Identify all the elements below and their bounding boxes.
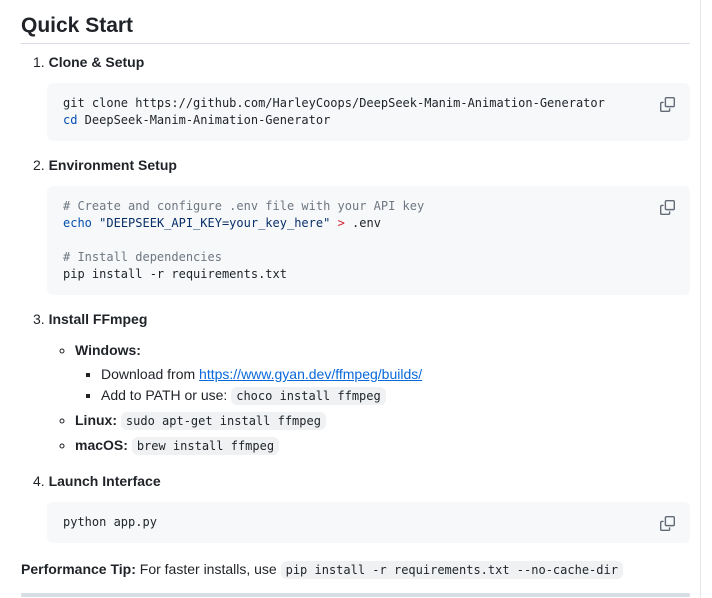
step-title: 1. Clone & Setup: [33, 52, 690, 73]
step-body: git clone https://github.com/HarleyCoops…: [47, 83, 690, 141]
os-label: Linux:: [75, 412, 117, 428]
ffmpeg-builds-link[interactable]: https://www.gyan.dev/ffmpeg/builds/: [199, 366, 422, 382]
os-label: Windows:: [75, 342, 141, 358]
quick-start-list: 1. Clone & Setup git clone https://github…: [21, 52, 690, 543]
page-root: Quick Start 1. Clone & Setup git clone ht…: [0, 0, 701, 598]
performance-tip-code: pip install -r requirements.txt --no-cac…: [281, 561, 623, 579]
sub-list-item: Add to PATH or use: choco install ffmpeg: [101, 385, 690, 407]
code-block: python app.py: [47, 502, 690, 543]
code-content: python app.py: [63, 514, 674, 531]
performance-tip-label: Performance Tip:: [21, 561, 136, 577]
step-number: 1.: [33, 54, 49, 70]
step-1: 1. Clone & Setup git clone https://github…: [21, 52, 690, 141]
code-block: git clone https://github.com/HarleyCoops…: [47, 83, 690, 141]
code-block: # Create and configure .env file with yo…: [47, 186, 690, 295]
step-title: 4. Launch Interface: [33, 471, 690, 492]
step-body: # Create and configure .env file with yo…: [47, 186, 690, 295]
step-number: 2.: [33, 157, 49, 173]
step-2: 2. Environment Setup # Create and configu…: [21, 155, 690, 295]
os-label: macOS:: [75, 437, 128, 453]
page-title: Quick Start: [21, 14, 690, 44]
step-number: 3.: [33, 311, 49, 327]
copy-icon: [660, 200, 675, 215]
code-content: git clone https://github.com/HarleyCoops…: [63, 95, 674, 129]
copy-button[interactable]: [654, 91, 680, 117]
step-title: 2. Environment Setup: [33, 155, 690, 176]
step-title: 3. Install FFmpeg: [33, 309, 690, 330]
step-body: Windows: Download from https://www.gyan.d…: [47, 340, 690, 457]
list-item: macOS: brew install ffmpeg: [75, 435, 690, 457]
list-item: Windows: Download from https://www.gyan.d…: [75, 340, 690, 407]
step-4: 4. Launch Interface python app.py: [21, 471, 690, 543]
list-item: Linux: sudo apt-get install ffmpeg: [75, 410, 690, 432]
step-body: python app.py: [47, 502, 690, 543]
copy-icon: [660, 97, 675, 112]
os-options-list: Windows: Download from https://www.gyan.d…: [47, 340, 690, 457]
copy-button[interactable]: [654, 510, 680, 536]
performance-tip-text: For faster installs, use: [136, 561, 281, 577]
performance-tip: Performance Tip: For faster installs, us…: [21, 559, 690, 581]
horizontal-rule: [21, 593, 690, 597]
step-3: 3. Install FFmpeg Windows: Download from h…: [21, 309, 690, 457]
inline-code: brew install ffmpeg: [132, 437, 279, 455]
inline-code: sudo apt-get install ffmpeg: [121, 412, 326, 430]
inline-code: choco install ffmpeg: [231, 387, 386, 405]
sub-list-item: Download from https://www.gyan.dev/ffmpe…: [101, 364, 690, 385]
step-number: 4.: [33, 473, 49, 489]
code-content: # Create and configure .env file with yo…: [63, 198, 674, 283]
sub-list: Download from https://www.gyan.dev/ffmpe…: [75, 364, 690, 407]
copy-button[interactable]: [654, 194, 680, 220]
copy-icon: [660, 516, 675, 531]
